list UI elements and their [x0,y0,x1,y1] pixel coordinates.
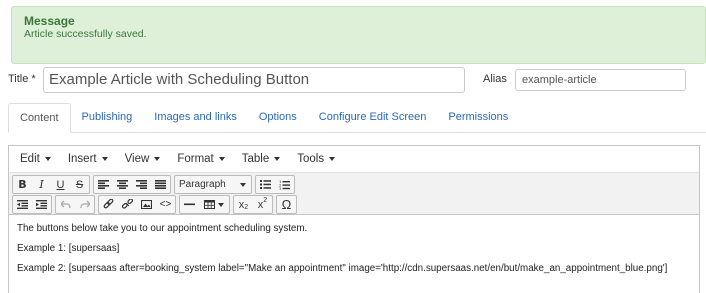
align-justify-icon[interactable] [151,176,170,193]
redo-icon[interactable] [75,196,94,213]
alias-label: Alias [483,73,507,85]
superscript-icon[interactable]: x2 [253,196,272,213]
link-icon[interactable] [99,196,118,213]
caret-down-icon [44,157,51,161]
menu-view[interactable]: View [118,153,168,165]
format-select-value: Paragraph [179,179,226,190]
menu-insert[interactable]: Insert [61,153,115,165]
unlink-icon[interactable] [118,196,137,213]
caret-down-icon [329,157,336,161]
bold-icon[interactable]: B [13,176,32,193]
toolbar-row-2: <> x2 x2 Ω [12,195,697,214]
menu-table[interactable]: Table [235,153,288,165]
alert-heading: Message [24,14,75,28]
caret-down-icon [274,157,281,161]
undo-icon[interactable] [56,196,75,213]
tab-options[interactable]: Options [248,103,308,133]
alert-text: Article successfully saved. [24,28,147,40]
editor-menubar: Edit Insert View Format Table Tools [9,146,699,173]
tab-permissions[interactable]: Permissions [437,103,519,133]
tab-images-and-links[interactable]: Images and links [143,103,248,133]
caret-down-icon [218,202,224,207]
rich-text-editor: Edit Insert View Format Table Tools B I … [8,145,700,293]
editor-content[interactable]: The buttons below take you to our appoin… [9,215,699,291]
align-right-icon[interactable] [132,176,151,193]
numbered-list-icon[interactable]: 123 [275,176,294,193]
table-icon[interactable] [199,196,229,213]
svg-text:3: 3 [279,186,282,190]
title-label: Title * [8,73,36,85]
indent-group [12,195,52,214]
alias-input[interactable]: example-article [515,69,686,91]
tab-content[interactable]: Content [8,103,71,133]
success-alert: Message Article successfully saved. [11,6,706,64]
tab-configure-edit-screen[interactable]: Configure Edit Screen [308,103,438,133]
strikethrough-icon[interactable]: S [70,176,89,193]
menu-format[interactable]: Format [170,153,231,165]
menu-edit[interactable]: Edit [13,153,58,165]
align-left-icon[interactable] [94,176,113,193]
menu-table-label: Table [241,153,270,165]
insert-group: <> [98,195,176,214]
underline-icon[interactable]: U [51,176,70,193]
outdent-icon[interactable] [13,196,32,213]
code-icon[interactable]: <> [156,196,175,213]
bullet-list-icon[interactable] [256,176,275,193]
menu-edit-label: Edit [20,153,40,165]
script-group: x2 x2 [233,195,273,214]
caret-down-icon [218,157,225,161]
text-style-group: B I U S [12,175,90,194]
special-char-icon[interactable]: Ω [277,196,296,213]
italic-icon[interactable]: I [32,176,51,193]
paragraph-format-select[interactable]: Paragraph [174,175,252,194]
align-center-icon[interactable] [113,176,132,193]
menu-tools-label: Tools [297,153,325,165]
subscript-icon[interactable]: x2 [234,196,253,213]
content-paragraph-example-2: Example 2: [supersaas after=booking_syst… [17,263,668,274]
menu-tools[interactable]: Tools [290,153,342,165]
history-group [55,195,95,214]
table-group [179,195,230,214]
caret-down-icon [240,182,246,187]
image-icon[interactable] [137,196,156,213]
caret-down-icon [154,157,161,161]
list-group: 123 [255,175,295,194]
indent-icon[interactable] [32,196,51,213]
caret-down-icon [101,157,108,161]
menu-insert-label: Insert [67,153,97,165]
editor-toolbar: B I U S Paragraph 123 <> x 2 x 2 Ω [9,173,699,215]
tab-publishing[interactable]: Publishing [71,103,144,133]
title-input[interactable]: Example Article with Scheduling Button [43,67,465,93]
content-paragraph-example-1: Example 1: [supersaas] [17,243,120,254]
menu-view-label: View [124,153,150,165]
horizontal-rule-icon[interactable] [180,196,199,213]
format-select[interactable]: Paragraph [175,176,251,193]
toolbar-row-1: B I U S Paragraph 123 [12,175,697,194]
alignment-group [93,175,171,194]
tab-bar: Content Publishing Images and links Opti… [8,103,706,133]
content-paragraph-intro: The buttons below take you to our appoin… [17,223,308,234]
special-char-group: Ω [276,195,297,214]
menu-format-label: Format [177,153,214,165]
